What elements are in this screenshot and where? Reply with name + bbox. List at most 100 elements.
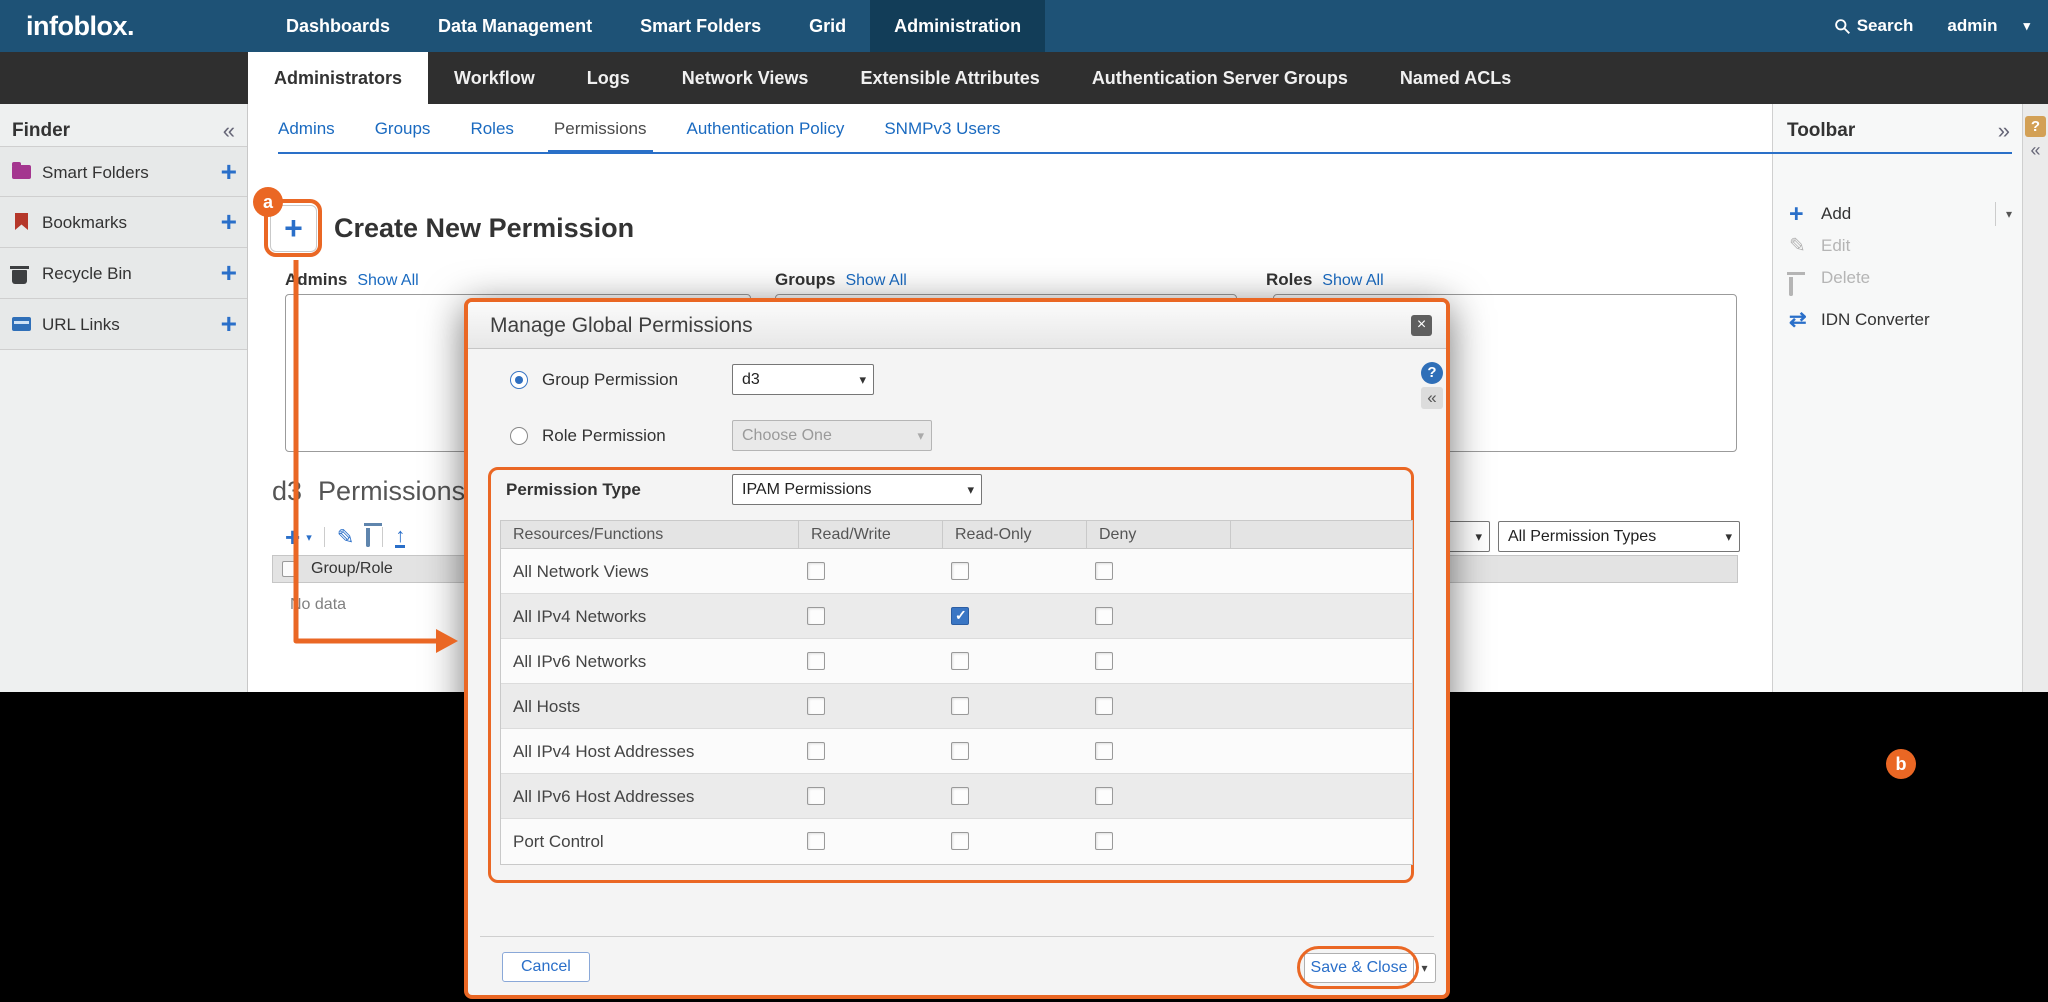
- sidebar-item-bookmarks[interactable]: Bookmarks +: [0, 197, 247, 248]
- dialog-header[interactable]: Manage Global Permissions ×: [468, 302, 1446, 349]
- recycle-bin-icon: [12, 270, 27, 284]
- subtab-snmpv3-users[interactable]: SNMPv3 Users: [884, 104, 1000, 154]
- search-label: Search: [1857, 16, 1914, 36]
- group-select[interactable]: d3 ▾: [732, 364, 874, 395]
- tab-named-acls[interactable]: Named ACLs: [1374, 52, 1537, 104]
- sidebar-item-label: Recycle Bin: [42, 248, 132, 299]
- finder-items: Smart Folders + Bookmarks + Recycle Bin …: [0, 146, 247, 350]
- url-links-icon: [12, 317, 31, 331]
- permissions-action-toolbar: + ▾ ✎ ↑: [285, 522, 405, 552]
- checkbox-read-write[interactable]: [807, 697, 825, 715]
- add-smart-folder-button[interactable]: +: [221, 147, 237, 196]
- add-permission-button[interactable]: +: [285, 524, 300, 550]
- roles-show-all-link[interactable]: Show All: [1322, 272, 1383, 289]
- delete-permission-icon[interactable]: [366, 528, 370, 546]
- roles-label: Roles: [1266, 270, 1312, 289]
- checkbox-deny[interactable]: [1095, 787, 1113, 805]
- checkbox-read-write[interactable]: [807, 787, 825, 805]
- finder-title: Finder: [12, 114, 70, 148]
- save-menu-caret-icon[interactable]: ▾: [1414, 953, 1436, 983]
- role-permission-radio[interactable]: [510, 427, 528, 445]
- sidebar-item-recycle-bin[interactable]: Recycle Bin +: [0, 248, 247, 299]
- checkbox-read-write[interactable]: [807, 652, 825, 670]
- checkbox-deny[interactable]: [1095, 652, 1113, 670]
- permission-type-select[interactable]: IPAM Permissions ▾: [732, 474, 982, 505]
- checkbox-deny[interactable]: [1095, 742, 1113, 760]
- help-icon[interactable]: ?: [2025, 116, 2046, 137]
- dialog-collapse-icon[interactable]: «: [1421, 387, 1443, 409]
- checkbox-read-only[interactable]: [951, 742, 969, 760]
- subtab-admins[interactable]: Admins: [278, 104, 335, 154]
- subtab-groups[interactable]: Groups: [375, 104, 431, 154]
- table-row: All IPv6 Networks: [501, 639, 1412, 684]
- groups-show-all-link[interactable]: Show All: [845, 272, 906, 289]
- user-menu[interactable]: admin ▾: [1947, 16, 2030, 36]
- tab-logs[interactable]: Logs: [561, 52, 656, 104]
- checkbox-read-only[interactable]: [951, 562, 969, 580]
- search-button[interactable]: Search: [1834, 16, 1914, 36]
- user-name: admin: [1947, 16, 1997, 36]
- cancel-button[interactable]: Cancel: [502, 952, 590, 982]
- sidebar-item-url-links[interactable]: URL Links +: [0, 299, 247, 350]
- admins-show-all-link[interactable]: Show All: [357, 272, 418, 289]
- subtab-roles[interactable]: Roles: [470, 104, 513, 154]
- permission-types-filter-dropdown[interactable]: All Permission Types ▾: [1498, 521, 1740, 552]
- add-recycle-bin-button[interactable]: +: [221, 248, 237, 297]
- checkbox-read-write[interactable]: [807, 607, 825, 625]
- toolbar-add-button[interactable]: + Add ▾: [1773, 198, 2022, 230]
- sidebar-item-smart-folders[interactable]: Smart Folders +: [0, 146, 247, 197]
- dialog-help-icon[interactable]: ?: [1421, 362, 1443, 384]
- checkbox-read-only[interactable]: [951, 787, 969, 805]
- checkbox-read-write[interactable]: [807, 832, 825, 850]
- checkbox-deny[interactable]: [1095, 562, 1113, 580]
- table-row: All IPv4 Host Addresses: [501, 729, 1412, 774]
- tab-workflow[interactable]: Workflow: [428, 52, 561, 104]
- header-read-write: Read/Write: [799, 521, 943, 549]
- tab-network-views[interactable]: Network Views: [656, 52, 835, 104]
- admin-tab-bar: Administrators Workflow Logs Network Vie…: [0, 52, 2048, 104]
- add-bookmark-button[interactable]: +: [221, 197, 237, 246]
- top-nav-menu: Dashboards Data Management Smart Folders…: [262, 0, 1045, 52]
- collapse-help-icon[interactable]: «: [2025, 140, 2046, 161]
- sidebar-item-label: Bookmarks: [42, 197, 127, 248]
- help-strip: ? «: [2022, 104, 2048, 692]
- tab-administrators[interactable]: Administrators: [248, 52, 428, 104]
- nav-dashboards[interactable]: Dashboards: [262, 0, 414, 52]
- toolbar-idn-converter-button[interactable]: ⇄ IDN Converter: [1773, 304, 2022, 336]
- checkbox-deny[interactable]: [1095, 832, 1113, 850]
- group-permission-radio[interactable]: [510, 371, 528, 389]
- checkbox-read-write[interactable]: [807, 742, 825, 760]
- checkbox-deny[interactable]: [1095, 697, 1113, 715]
- checkbox-deny[interactable]: [1095, 607, 1113, 625]
- checkbox-read-write[interactable]: [807, 562, 825, 580]
- checkbox-read-only[interactable]: [951, 607, 969, 625]
- dialog-title: Manage Global Permissions: [490, 302, 753, 349]
- add-permission-caret-icon[interactable]: ▾: [306, 531, 312, 544]
- table-column-group-role: Group/Role: [311, 556, 393, 582]
- close-icon[interactable]: ×: [1411, 315, 1432, 336]
- table-row: All IPv6 Host Addresses: [501, 774, 1412, 819]
- subtab-authentication-policy[interactable]: Authentication Policy: [687, 104, 845, 154]
- toolbar-panel: Toolbar » + Add ▾ ✎ Edit Delete ⇄ IDN Co…: [1772, 104, 2022, 692]
- tab-auth-server-groups[interactable]: Authentication Server Groups: [1066, 52, 1374, 104]
- nav-smart-folders[interactable]: Smart Folders: [616, 0, 785, 52]
- upload-icon[interactable]: ↑: [395, 527, 405, 548]
- subtab-permissions[interactable]: Permissions: [554, 104, 647, 154]
- add-url-link-button[interactable]: +: [221, 299, 237, 348]
- nav-data-management[interactable]: Data Management: [414, 0, 616, 52]
- checkbox-read-only[interactable]: [951, 832, 969, 850]
- admins-column-header: AdminsShow All: [285, 270, 419, 290]
- checkbox-read-only[interactable]: [951, 697, 969, 715]
- collapse-panel-icon[interactable]: «: [223, 114, 235, 148]
- plus-icon: +: [1789, 198, 1804, 230]
- edit-permission-icon[interactable]: ✎: [337, 525, 355, 550]
- nav-grid[interactable]: Grid: [785, 0, 870, 52]
- tab-extensible-attributes[interactable]: Extensible Attributes: [834, 52, 1065, 104]
- save-and-close-button[interactable]: Save & Close: [1304, 953, 1414, 983]
- select-all-checkbox[interactable]: [282, 561, 298, 577]
- expand-panel-icon[interactable]: »: [1998, 114, 2010, 148]
- groups-column-header: GroupsShow All: [775, 270, 907, 290]
- add-menu-caret-icon[interactable]: ▾: [1995, 202, 2012, 226]
- nav-administration[interactable]: Administration: [870, 0, 1045, 52]
- checkbox-read-only[interactable]: [951, 652, 969, 670]
